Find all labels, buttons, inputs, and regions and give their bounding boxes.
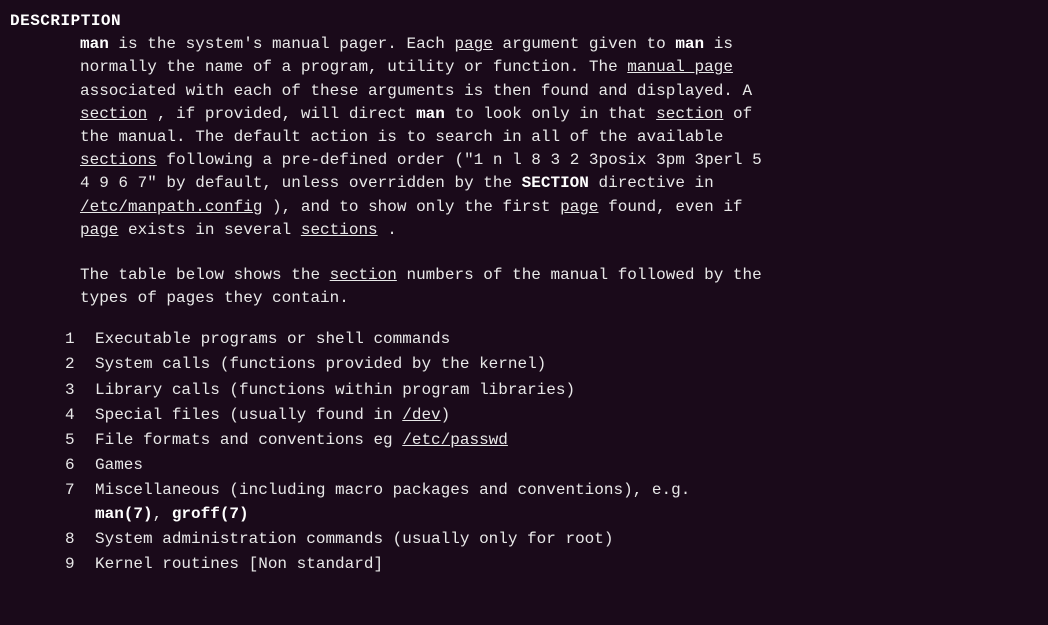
list-text-7-indent: man(7), groff(7) (95, 505, 249, 523)
text-1a: is the system's manual pager. Each (118, 35, 454, 53)
list-text-5: File formats and conventions eg /etc/pas… (95, 429, 508, 452)
list-num-3: 3 (65, 379, 95, 402)
sections-link-2: sections (301, 221, 378, 239)
list-item: 9 Kernel routines [Non standard] (65, 553, 1038, 576)
text-1k: found, even if (608, 198, 742, 216)
list-num-7: 7 (65, 479, 95, 525)
man-bold-2: man (675, 35, 704, 53)
man-bold-3: man (416, 105, 445, 123)
list-text-7: Miscellaneous (including macro packages … (95, 479, 690, 525)
manual-page-link: manual page (627, 58, 733, 76)
list-text-3: Library calls (functions within program … (95, 379, 575, 402)
list-text-8: System administration commands (usually … (95, 528, 613, 551)
list-text-6: Games (95, 454, 143, 477)
text-1i: directive in (599, 174, 714, 192)
text-1f: to look only in that (455, 105, 657, 123)
text-1d: associated with each of these arguments … (80, 82, 752, 100)
list-item: 2 System calls (functions provided by th… (65, 353, 1038, 376)
description-body: man is the system's manual pager. Each p… (80, 33, 1028, 310)
list-item: 4 Special files (usually found in /dev) (65, 404, 1038, 427)
main-content: DESCRIPTION man is the system's manual p… (0, 10, 1048, 576)
section-link-1: section (80, 105, 147, 123)
list-text-9: Kernel routines [Non standard] (95, 553, 383, 576)
list-text-4: Special files (usually found in /dev) (95, 404, 450, 427)
list-num-4: 4 (65, 404, 95, 427)
passwd-link: /etc/passwd (402, 431, 508, 449)
list-text-2: System calls (functions provided by the … (95, 353, 546, 376)
comma-space: , (153, 505, 172, 523)
list-item: 6 Games (65, 454, 1038, 477)
page-link-2: page (560, 198, 598, 216)
page-link-3: page (80, 221, 118, 239)
groff7-bold: groff(7) (172, 505, 249, 523)
list-item: 5 File formats and conventions eg /etc/p… (65, 429, 1038, 452)
list-num-1: 1 (65, 328, 95, 351)
list-num-6: 6 (65, 454, 95, 477)
text-1b: argument given to (503, 35, 676, 53)
dev-link: /dev (402, 406, 440, 424)
page-link-1: page (454, 35, 492, 53)
section-list: 1 Executable programs or shell commands … (65, 328, 1038, 576)
text-1m: . (387, 221, 397, 239)
list-num-8: 8 (65, 528, 95, 551)
text-1j: ), and to show only the first (272, 198, 560, 216)
paragraph-1: man is the system's manual pager. Each p… (80, 33, 1028, 242)
section-directive-bold: SECTION (522, 174, 589, 192)
text-1e: , if provided, will direct (157, 105, 416, 123)
list-item: 8 System administration commands (usuall… (65, 528, 1038, 551)
man7-bold: man(7) (95, 505, 153, 523)
table-note-text-1: The table below shows the (80, 266, 330, 284)
list-num-2: 2 (65, 353, 95, 376)
list-text-1: Executable programs or shell commands (95, 328, 450, 351)
list-item: 1 Executable programs or shell commands (65, 328, 1038, 351)
manpath-config-link: /etc/manpath.config (80, 198, 262, 216)
text-1l: exists in several (128, 221, 301, 239)
section-link-2: section (656, 105, 723, 123)
man-bold-1: man (80, 35, 109, 53)
sections-link-1: sections (80, 151, 157, 169)
description-header: DESCRIPTION (10, 10, 1038, 33)
list-num-5: 5 (65, 429, 95, 452)
list-num-9: 9 (65, 553, 95, 576)
table-note: The table below shows the section number… (80, 264, 1028, 310)
section-link-table: section (330, 266, 397, 284)
list-item: 3 Library calls (functions within progra… (65, 379, 1038, 402)
list-item: 7 Miscellaneous (including macro package… (65, 479, 1038, 525)
